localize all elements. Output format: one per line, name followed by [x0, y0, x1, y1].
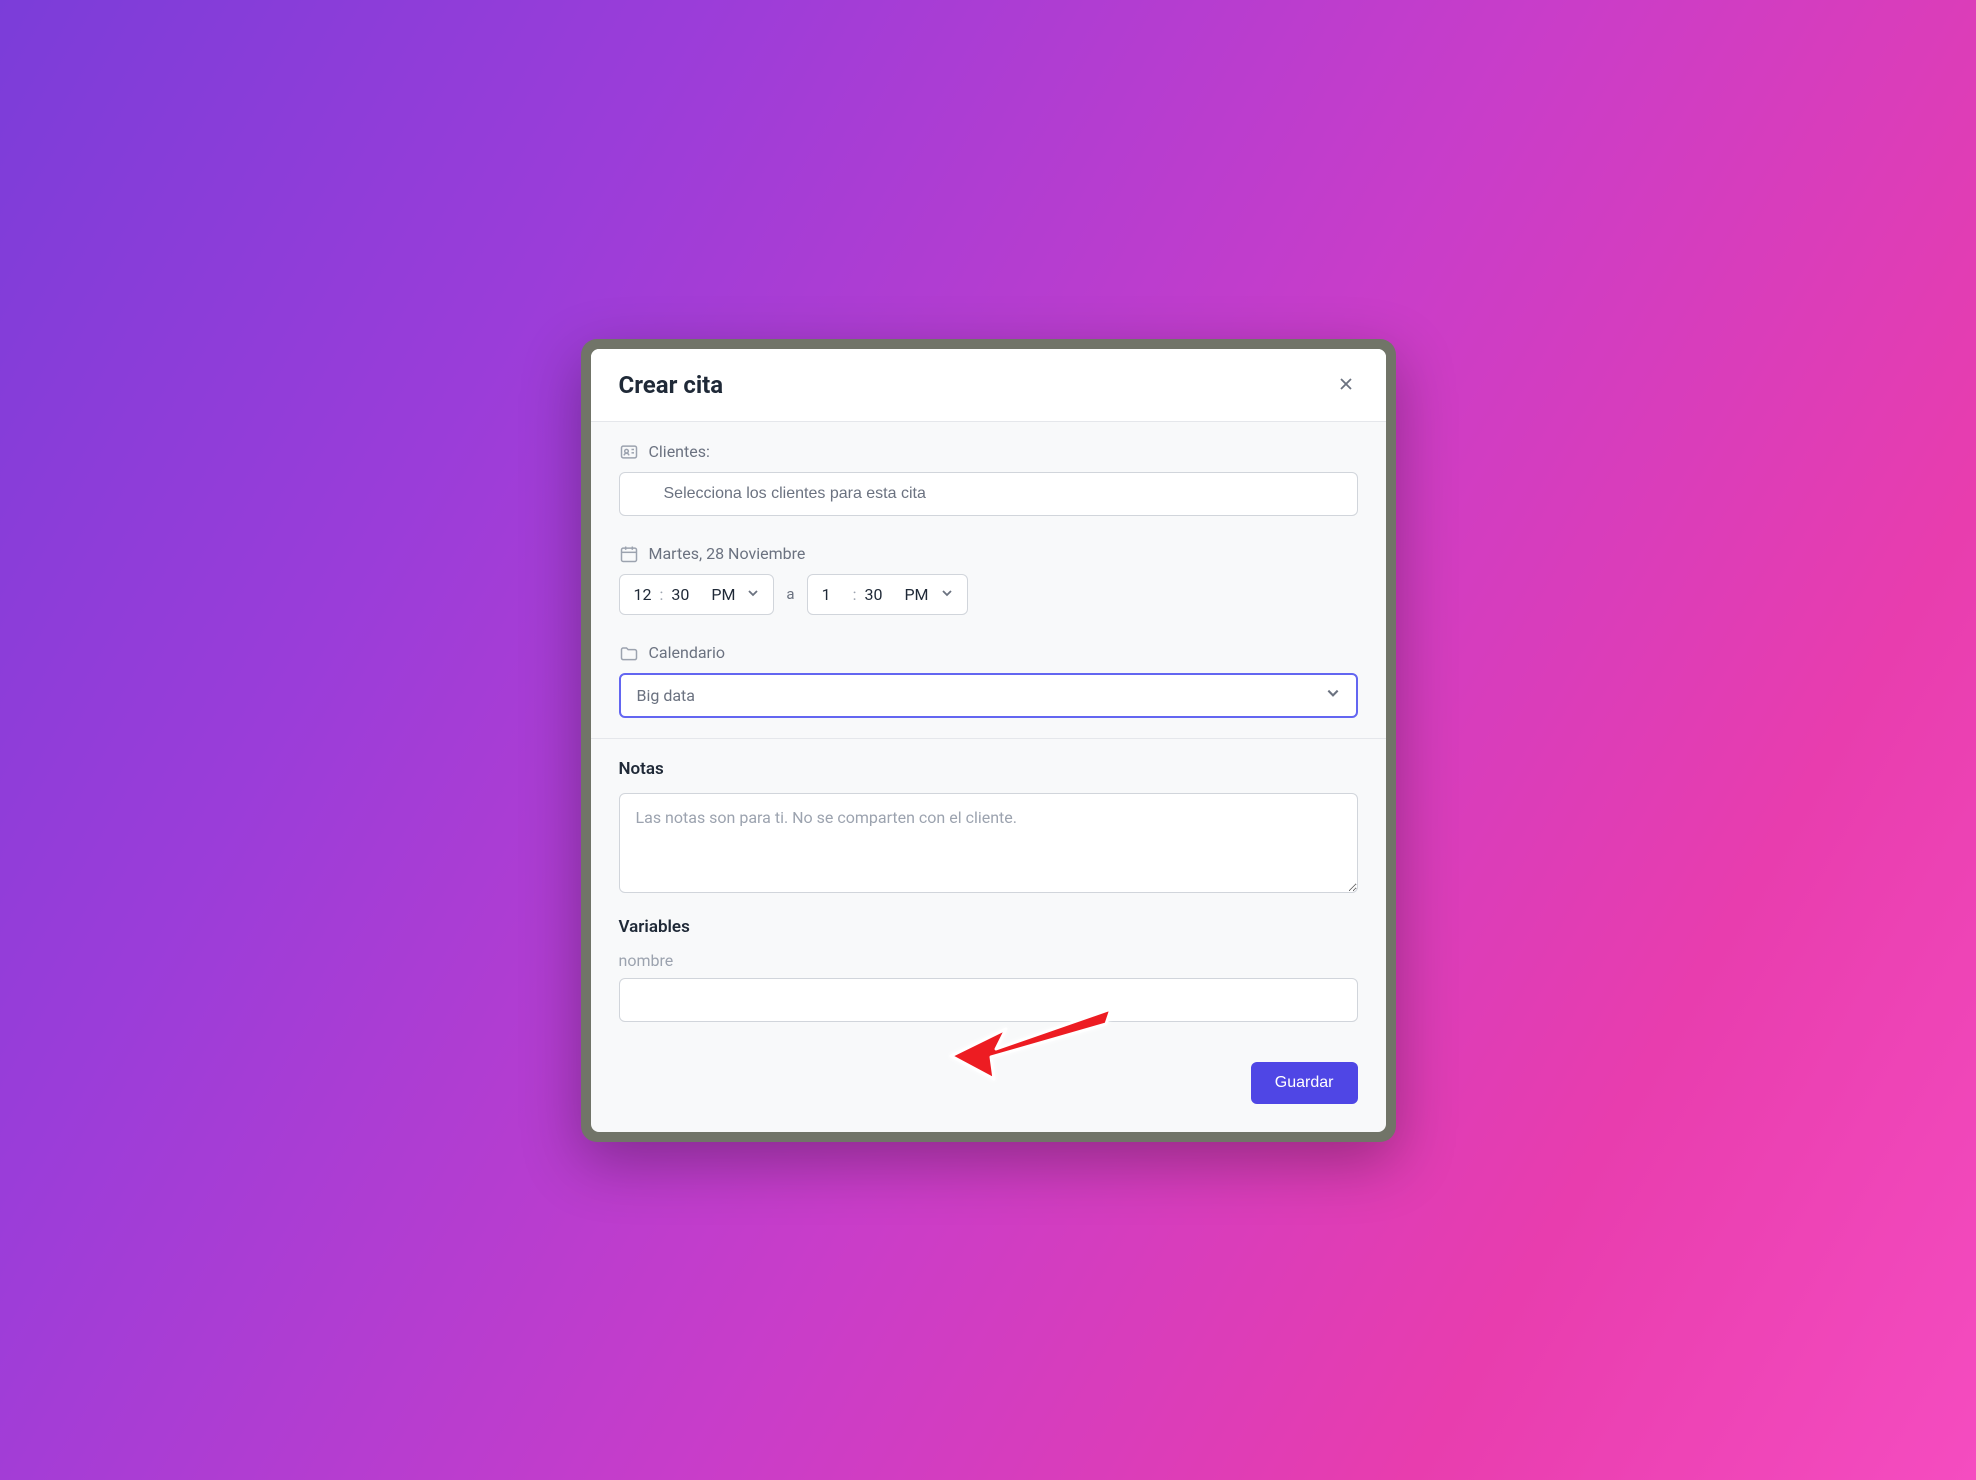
clients-search-input[interactable]	[619, 472, 1358, 516]
calendar-field-group: Calendario Big data	[619, 643, 1358, 718]
chevron-down-icon	[941, 587, 953, 602]
clients-search-wrapper	[619, 472, 1358, 516]
folder-icon	[619, 643, 639, 663]
create-appointment-modal: Crear cita	[591, 349, 1386, 1132]
modal-header: Crear cita	[591, 349, 1386, 422]
end-hour: 1	[822, 585, 831, 604]
save-button[interactable]: Guardar	[1251, 1062, 1358, 1104]
notes-field-group: Notas	[619, 759, 1358, 897]
close-button[interactable]	[1334, 373, 1358, 397]
clients-field-group: Clientes:	[619, 442, 1358, 516]
modal-footer: Guardar	[591, 1042, 1386, 1132]
contacts-icon	[619, 442, 639, 462]
clients-label: Clientes:	[649, 442, 710, 461]
bottom-section: Notas Variables nombre	[591, 739, 1386, 1042]
chevron-down-icon	[747, 587, 759, 602]
time-colon: :	[853, 585, 857, 604]
start-hour: 12	[634, 585, 652, 604]
end-minute: 30	[864, 585, 882, 604]
calendar-label-row: Calendario	[619, 643, 1358, 663]
notes-textarea[interactable]	[619, 793, 1358, 893]
chevron-down-icon	[1326, 686, 1340, 704]
time-separator: a	[786, 585, 794, 603]
modal-wrapper: Crear cita	[581, 339, 1396, 1142]
date-label-row: Martes, 28 Noviembre	[619, 544, 1358, 564]
calendar-icon	[619, 544, 639, 564]
variable-nombre-input[interactable]	[619, 978, 1358, 1022]
top-section: Clientes:	[591, 422, 1386, 738]
variables-field-group: Variables nombre	[619, 917, 1358, 1022]
start-time-picker[interactable]: 12 : 30 PM	[619, 574, 775, 615]
start-period: PM	[711, 585, 735, 604]
clients-label-row: Clientes:	[619, 442, 1358, 462]
variable-field-label: nombre	[619, 951, 1358, 970]
date-label: Martes, 28 Noviembre	[649, 544, 806, 563]
end-time-picker[interactable]: 1 : 30 PM	[807, 574, 968, 615]
notes-heading: Notas	[619, 759, 1358, 779]
variables-heading: Variables	[619, 917, 1358, 937]
start-minute: 30	[671, 585, 689, 604]
calendar-label: Calendario	[649, 643, 726, 662]
date-field-group: Martes, 28 Noviembre 12 : 30 PM	[619, 544, 1358, 615]
modal-title: Crear cita	[619, 371, 724, 399]
modal-body: Clientes:	[591, 422, 1386, 1132]
time-colon: :	[659, 585, 663, 604]
calendar-selected-value: Big data	[637, 686, 695, 705]
calendar-select[interactable]: Big data	[619, 673, 1358, 718]
time-row: 12 : 30 PM a 1	[619, 574, 1358, 615]
close-icon	[1338, 372, 1354, 398]
end-period: PM	[904, 585, 928, 604]
